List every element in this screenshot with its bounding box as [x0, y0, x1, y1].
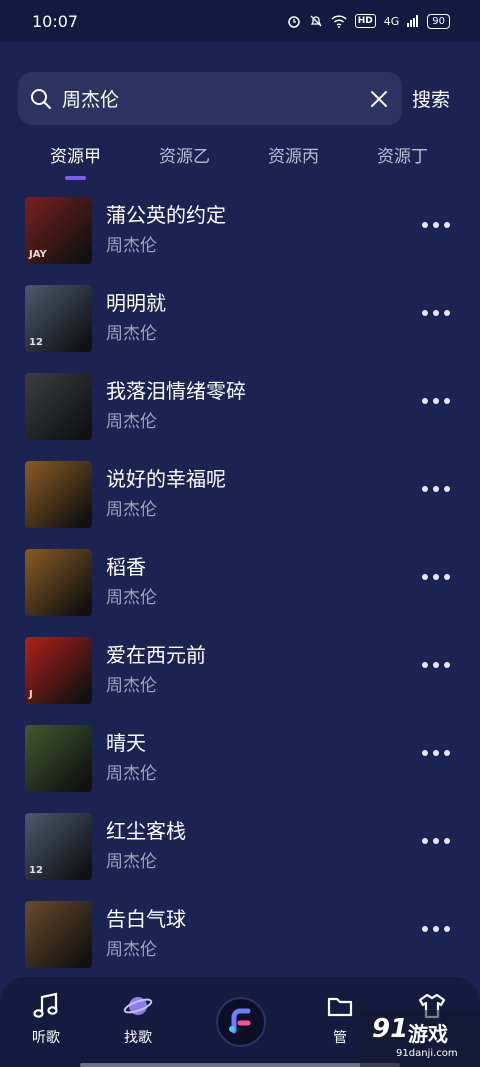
status-icons: HD 4G 90: [287, 13, 450, 29]
album-cover: [25, 724, 92, 792]
more-options-icon[interactable]: [422, 838, 450, 844]
tab-label: 资源丁: [377, 147, 428, 167]
tab-active-indicator: [65, 176, 86, 180]
album-cover: [25, 900, 92, 968]
song-list: JAY 蒲公英的约定 周杰伦 12 明明就 周杰伦 我落泪情绪零碎 周杰伦 说好的幸福…: [0, 186, 480, 978]
song-row[interactable]: 12 红尘客栈 周杰伦: [0, 802, 480, 890]
tab-source-c[interactable]: 资源丙: [239, 138, 348, 184]
album-cover: 12: [25, 284, 92, 352]
more-options-icon[interactable]: [422, 926, 450, 932]
tab-label: 资源丙: [268, 147, 319, 167]
song-row[interactable]: 12 明明就 周杰伦: [0, 274, 480, 362]
app-logo-icon[interactable]: [216, 997, 266, 1047]
hd-badge: HD: [354, 14, 376, 28]
album-cover: [25, 460, 92, 528]
wifi-icon: [331, 14, 347, 28]
song-artist: 周杰伦: [106, 324, 157, 344]
more-options-icon[interactable]: [422, 662, 450, 668]
song-row[interactable]: 我落泪情绪零碎 周杰伦: [0, 362, 480, 450]
battery-indicator: 90: [427, 13, 450, 29]
more-options-icon[interactable]: [422, 310, 450, 316]
album-cover: 12: [25, 812, 92, 880]
song-artist: 周杰伦: [106, 940, 157, 960]
album-cover: J: [25, 636, 92, 704]
album-cover: JAY: [25, 196, 92, 264]
tab-label: 资源甲: [50, 147, 101, 167]
signal-icon: [407, 15, 419, 27]
more-options-icon[interactable]: [422, 486, 450, 492]
home-indicator[interactable]: [80, 1063, 400, 1067]
network-label: 4G: [383, 14, 400, 28]
nav-label: 听歌: [32, 1030, 60, 1046]
cover-label: J: [29, 688, 33, 700]
nav-find[interactable]: 找歌: [108, 991, 168, 1047]
song-row[interactable]: JAY 蒲公英的约定 周杰伦: [0, 186, 480, 274]
search-icon: [31, 88, 51, 109]
nav-label: 找歌: [124, 1030, 152, 1046]
tab-label: 资源乙: [159, 147, 210, 167]
mute-bell-icon: [310, 15, 322, 27]
song-artist: 周杰伦: [106, 412, 157, 432]
status-time: 10:07: [32, 11, 79, 31]
shirt-icon: [418, 993, 446, 1019]
song-row[interactable]: J 爱在西元前 周杰伦: [0, 626, 480, 714]
more-options-icon[interactable]: [422, 398, 450, 404]
song-artist: 周杰伦: [106, 852, 157, 872]
song-row[interactable]: 说好的幸福呢 周杰伦: [0, 450, 480, 538]
source-tabs: 资源甲 资源乙 资源丙 资源丁: [0, 138, 480, 184]
music-note-icon: [33, 992, 58, 1018]
more-options-icon[interactable]: [422, 574, 450, 580]
search-input[interactable]: 周杰伦: [62, 85, 370, 112]
bottom-navigation: 听歌 找歌 管: [0, 977, 480, 1067]
search-button[interactable]: 搜索: [412, 85, 450, 112]
nav-theme[interactable]: [402, 991, 462, 1027]
album-cover: [25, 372, 92, 440]
song-artist: 周杰伦: [106, 676, 157, 696]
song-artist: 周杰伦: [106, 236, 157, 256]
cover-label: 12: [29, 336, 43, 348]
tab-source-b[interactable]: 资源乙: [130, 138, 239, 184]
status-bar: 10:07 HD 4G 90: [0, 0, 480, 42]
song-row[interactable]: 稻香 周杰伦: [0, 538, 480, 626]
nav-manage[interactable]: 管: [310, 991, 370, 1047]
tab-source-d[interactable]: 资源丁: [348, 138, 457, 184]
search-box[interactable]: 周杰伦: [18, 72, 402, 125]
more-options-icon[interactable]: [422, 750, 450, 756]
album-cover: [25, 548, 92, 616]
nav-listen[interactable]: 听歌: [16, 991, 76, 1047]
nav-label: 管: [333, 1030, 347, 1046]
folder-icon: [327, 997, 353, 1017]
more-options-icon[interactable]: [422, 222, 450, 228]
tab-source-a[interactable]: 资源甲: [21, 138, 130, 184]
cover-label: JAY: [29, 248, 47, 260]
planet-icon: [123, 997, 153, 1015]
cover-label: 12: [29, 864, 43, 876]
clear-icon[interactable]: [370, 90, 388, 108]
song-artist: 周杰伦: [106, 588, 157, 608]
search-row: 周杰伦 搜索: [18, 72, 462, 125]
song-artist: 周杰伦: [106, 500, 157, 520]
song-row[interactable]: 告白气球 周杰伦: [0, 890, 480, 978]
song-artist: 周杰伦: [106, 764, 157, 784]
song-row[interactable]: 晴天 周杰伦: [0, 714, 480, 802]
alarm-icon: [287, 16, 300, 28]
music-search-screen: 10:07 HD 4G 90 91 游戏 91danji.com 周杰伦 搜索 …: [0, 0, 480, 1067]
